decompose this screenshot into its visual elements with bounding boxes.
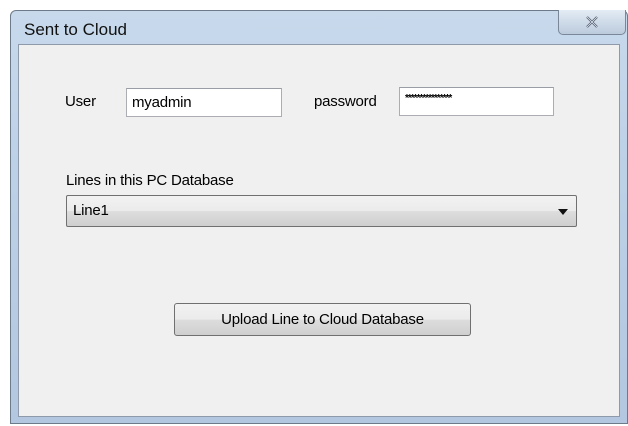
close-button[interactable] xyxy=(558,10,626,35)
password-input[interactable]: **************** xyxy=(399,87,554,116)
upload-button[interactable]: Upload Line to Cloud Database xyxy=(174,303,471,336)
window-title: Sent to Cloud xyxy=(24,20,128,39)
user-label: User xyxy=(65,93,96,110)
lines-selected-value: Line1 xyxy=(73,202,109,219)
lines-label: Lines in this PC Database xyxy=(66,172,234,189)
user-input[interactable]: myadmin xyxy=(126,88,282,117)
lines-dropdown[interactable]: Line1 xyxy=(66,195,577,227)
dialog-window: Sent to Cloud User myadmin password ****… xyxy=(10,10,628,424)
chevron-down-icon xyxy=(558,209,568,215)
password-label: password xyxy=(314,93,377,110)
dialog-client-area: User myadmin password **************** L… xyxy=(18,44,620,417)
close-x-icon xyxy=(586,16,598,28)
